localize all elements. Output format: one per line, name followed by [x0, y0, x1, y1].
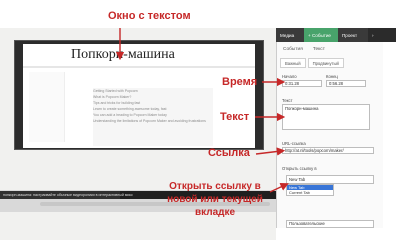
- arrow-open-link: [269, 182, 289, 193]
- annotation-arrows: [115, 28, 289, 193]
- arrow-link: [255, 147, 286, 156]
- screen: Попкорн-машина Getting Started with Popc…: [0, 0, 400, 240]
